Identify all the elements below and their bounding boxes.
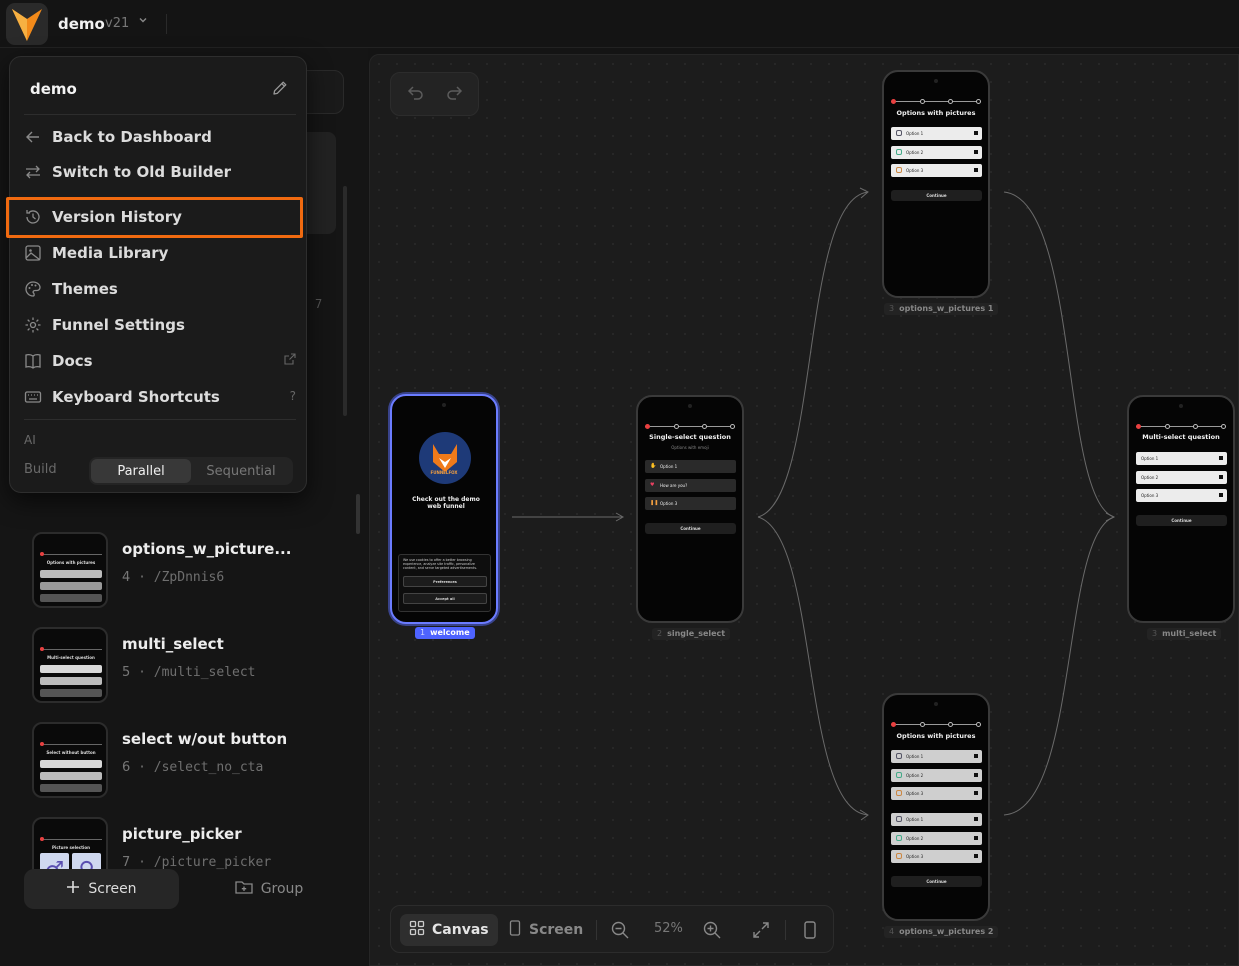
edge xyxy=(757,516,869,816)
screen-node-options-w-pictures-2[interactable]: Options with pictures Option 1 Option 2 … xyxy=(882,693,990,921)
node-label-welcome[interactable]: 1 welcome xyxy=(415,627,475,639)
welcome-title: Check out the demo web funnel xyxy=(412,496,480,510)
device-preview-icon[interactable] xyxy=(800,920,820,940)
brand-text: FUNNELFOX xyxy=(430,470,458,475)
screen-view-button[interactable]: Screen xyxy=(499,914,592,946)
grid-icon xyxy=(409,920,425,940)
edge xyxy=(1003,191,1115,518)
edge xyxy=(757,191,869,518)
divider xyxy=(785,920,786,940)
screen-node-options-w-pictures-1[interactable]: Options with pictures Option 1 Option 2 … xyxy=(882,70,990,298)
zoom-in-icon[interactable] xyxy=(702,920,722,940)
screen-node-single-select[interactable]: Single-select question Options with emoj… xyxy=(636,395,744,623)
cookie-banner: We use cookies to offer a better browsin… xyxy=(398,554,491,612)
divider xyxy=(596,920,597,940)
screen-node-multi-select[interactable]: Multi-select question Option 1 Option 2 … xyxy=(1127,395,1235,623)
node-label-options-w-pictures-2[interactable]: 4 options_w_pictures 2 xyxy=(884,926,999,938)
zoom-level: 52% xyxy=(654,921,683,936)
phone-icon xyxy=(508,920,522,940)
canvas-toolbar: Canvas Screen 52% xyxy=(390,905,834,953)
zoom-out-icon[interactable] xyxy=(610,920,630,940)
fit-view-icon[interactable] xyxy=(751,920,771,940)
node-label-multi-select[interactable]: 3 multi_select xyxy=(1147,628,1222,640)
node-label-options-w-pictures-1[interactable]: 3 options_w_pictures 1 xyxy=(884,303,999,315)
canvas-view-label: Canvas xyxy=(432,922,489,938)
node-label-single-select[interactable]: 2 single_select xyxy=(652,628,731,640)
canvas-view-button[interactable]: Canvas xyxy=(400,914,498,946)
edge xyxy=(1003,516,1115,816)
flow-edges xyxy=(512,187,1116,821)
screen-node-welcome[interactable]: FUNNELFOX Check out the demo web funnel … xyxy=(390,394,498,624)
fox-logo xyxy=(419,432,471,484)
screen-view-label: Screen xyxy=(529,922,584,938)
